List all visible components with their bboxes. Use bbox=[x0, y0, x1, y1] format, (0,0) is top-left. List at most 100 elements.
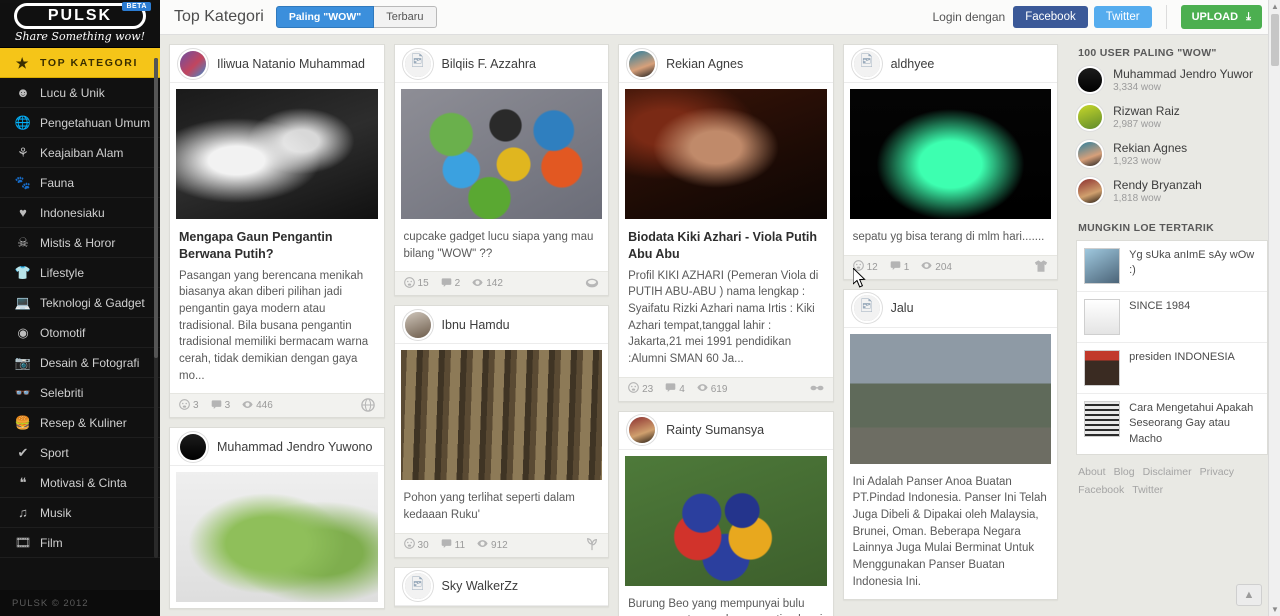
top-user-item[interactable]: Rendy Bryanzah 1,818 wow bbox=[1076, 177, 1268, 205]
top-user-item[interactable]: Muhammad Jendro Yuwono 3,334 wow bbox=[1076, 66, 1268, 94]
post-card[interactable]: Iliwua Natanio Muhammad Mengapa Gaun Peng… bbox=[169, 44, 385, 419]
sidebar-scrollbar[interactable] bbox=[154, 58, 158, 558]
suggestion-title[interactable]: presiden INDONESIA bbox=[1129, 350, 1235, 365]
globe-icon[interactable] bbox=[360, 398, 375, 414]
post-author[interactable]: Muhammad Jendro Yuwono bbox=[217, 440, 372, 454]
avatar[interactable] bbox=[1076, 140, 1105, 168]
wow-count[interactable]: 3 bbox=[179, 399, 199, 413]
sidebar-item-lucu-unik[interactable]: ☻ Lucu & Unik bbox=[0, 78, 160, 108]
sidebar-item-selebriti[interactable]: 👓 Selebriti bbox=[0, 378, 160, 408]
page-scrollbar[interactable]: ▲ ▼ bbox=[1268, 0, 1280, 616]
post-image[interactable] bbox=[400, 350, 603, 481]
sidebar-item-mistis-horor[interactable]: ☠ Mistis & Horor bbox=[0, 228, 160, 258]
sunglasses-icon[interactable] bbox=[810, 381, 824, 397]
post-image[interactable] bbox=[176, 89, 378, 219]
avatar[interactable]: 🖻 bbox=[402, 48, 433, 79]
avatar[interactable] bbox=[1076, 66, 1105, 94]
avatar[interactable]: 🖻 bbox=[402, 571, 433, 602]
avatar[interactable] bbox=[1076, 103, 1105, 131]
sidebar-item-sport[interactable]: ✔ Sport bbox=[0, 438, 160, 468]
post-card[interactable]: 🖻 aldhyee sepatu yg bisa terang di mlm har… bbox=[842, 44, 1059, 280]
sidebar-item-pengetahuan-umum[interactable]: 🌐 Pengetahuan Umum bbox=[0, 108, 160, 138]
avatar[interactable] bbox=[178, 48, 208, 79]
scroll-down-icon[interactable]: ▼ bbox=[1269, 603, 1280, 616]
post-card[interactable]: Ibnu Hamdu Pohon yang terlihat seperti da… bbox=[393, 305, 610, 558]
post-author[interactable]: Iliwua Natanio Muhammad bbox=[217, 57, 365, 71]
footer-link[interactable]: Disclaimer bbox=[1143, 466, 1192, 478]
tshirt-icon[interactable] bbox=[1034, 259, 1048, 275]
post-image[interactable] bbox=[625, 455, 827, 586]
upload-button[interactable]: UPLOAD ⤓ bbox=[1180, 5, 1262, 29]
post-author[interactable]: Sky WalkerZz bbox=[442, 579, 519, 593]
post-card[interactable]: 🖻 Bilqiis F. Azzahra cupcake gadget lucu s… bbox=[393, 44, 610, 297]
sidebar-item-motivasi-cinta[interactable]: ❝ Motivasi & Cinta bbox=[0, 468, 160, 498]
suggestion-title[interactable]: SINCE 1984 bbox=[1129, 299, 1190, 314]
post-author[interactable]: Ibnu Hamdu bbox=[442, 318, 510, 332]
scroll-to-top-button[interactable]: ▲ bbox=[1236, 584, 1262, 606]
footer-link[interactable]: Privacy bbox=[1200, 466, 1234, 478]
post-image[interactable] bbox=[849, 333, 1052, 464]
comment-count[interactable]: 3 bbox=[211, 399, 230, 413]
comment-count[interactable]: 2 bbox=[441, 277, 460, 291]
sidebar-item-musik[interactable]: ♫ Musik bbox=[0, 498, 160, 528]
suggestion-title[interactable]: Cara Mengetahui Apakah Seseorang Gay ata… bbox=[1129, 401, 1260, 447]
post-image[interactable] bbox=[176, 472, 378, 603]
suggestion-item[interactable]: presiden INDONESIA bbox=[1077, 343, 1268, 394]
suggestion-item[interactable]: Yg sUka anImE sAy wOw :) bbox=[1077, 241, 1268, 292]
brand-logo[interactable]: PULSK BETA Share Something wow! bbox=[0, 2, 160, 47]
comment-count[interactable]: 11 bbox=[441, 538, 465, 552]
suggestion-title[interactable]: Yg sUka anImE sAy wOw :) bbox=[1129, 248, 1260, 279]
scroll-up-icon[interactable]: ▲ bbox=[1269, 0, 1280, 13]
post-author[interactable]: aldhyee bbox=[891, 57, 935, 71]
sidebar-item-lifestyle[interactable]: 👕 Lifestyle bbox=[0, 258, 160, 288]
smiley-icon[interactable] bbox=[585, 276, 599, 292]
plant-icon[interactable] bbox=[585, 537, 599, 553]
post-card[interactable]: 🖻 Sky WalkerZz bbox=[393, 566, 610, 607]
sidebar-item-otomotif[interactable]: ◉ Otomotif bbox=[0, 318, 160, 348]
wow-count[interactable]: 15 bbox=[403, 276, 429, 291]
footer-social-link[interactable]: Facebook bbox=[1078, 484, 1124, 496]
avatar[interactable] bbox=[627, 415, 658, 446]
avatar[interactable] bbox=[627, 48, 658, 79]
post-image[interactable] bbox=[849, 89, 1052, 219]
cards-board[interactable]: Iliwua Natanio Muhammad Mengapa Gaun Peng… bbox=[160, 35, 1268, 616]
tab-paling-wow[interactable]: Paling "WOW" bbox=[275, 6, 375, 28]
post-card[interactable]: Rainty Sumansya Burung Beo yang mempunyai… bbox=[618, 410, 834, 616]
footer-link[interactable]: Blog bbox=[1114, 466, 1135, 478]
avatar[interactable] bbox=[1076, 177, 1105, 205]
suggestion-item[interactable]: SINCE 1984 bbox=[1077, 292, 1268, 343]
avatar[interactable] bbox=[402, 309, 433, 340]
sidebar-item-film[interactable]: 🎞 Film bbox=[0, 528, 160, 558]
post-author[interactable]: Rekian Agnes bbox=[666, 57, 743, 71]
post-image[interactable] bbox=[625, 89, 827, 219]
scrollbar-thumb[interactable] bbox=[1271, 14, 1279, 66]
comment-count[interactable]: 1 bbox=[890, 260, 909, 274]
footer-social-link[interactable]: Twitter bbox=[1132, 484, 1163, 496]
sidebar-item-resep-kuliner[interactable]: 🍔 Resep & Kuliner bbox=[0, 408, 160, 438]
comment-count[interactable]: 4 bbox=[665, 382, 685, 396]
post-author[interactable]: Bilqiis F. Azzahra bbox=[442, 57, 536, 71]
post-card[interactable]: Rekian Agnes Biodata Kiki Azhari - Viola … bbox=[618, 44, 834, 402]
post-title[interactable]: Mengapa Gaun Pengantin Berwana Putih? bbox=[179, 229, 375, 263]
top-user-item[interactable]: Rekian Agnes 1,923 wow bbox=[1076, 140, 1268, 168]
avatar[interactable]: 🖻 bbox=[851, 293, 882, 324]
top-user-item[interactable]: Rizwan Raiz 2,987 wow bbox=[1076, 103, 1268, 131]
tab-terbaru[interactable]: Terbaru bbox=[374, 6, 437, 28]
footer-link[interactable]: About bbox=[1078, 466, 1105, 478]
post-author[interactable]: Rainty Sumansya bbox=[666, 423, 764, 437]
sidebar-item-keajaiban-alam[interactable]: ⚘ Keajaiban Alam bbox=[0, 138, 160, 168]
sidebar-item-teknologi-gadget[interactable]: 💻 Teknologi & Gadget bbox=[0, 288, 160, 318]
sidebar-item-indonesiaku[interactable]: ♥ Indonesiaku bbox=[0, 198, 160, 228]
post-card[interactable]: Muhammad Jendro Yuwono bbox=[169, 427, 385, 610]
wow-count[interactable]: 12 bbox=[852, 260, 878, 274]
post-image[interactable] bbox=[400, 89, 603, 219]
twitter-login-button[interactable]: Twitter bbox=[1093, 6, 1152, 28]
suggestion-item[interactable]: Cara Mengetahui Apakah Seseorang Gay ata… bbox=[1077, 394, 1267, 454]
post-title[interactable]: Biodata Kiki Azhari - Viola Putih Abu Ab… bbox=[628, 229, 824, 263]
post-card[interactable]: 🖻 Jalu Ini Adalah Panser Anoa Buatan PT.Pi… bbox=[842, 288, 1059, 601]
wow-count[interactable]: 30 bbox=[403, 538, 429, 552]
avatar[interactable]: 🖻 bbox=[851, 48, 882, 79]
avatar[interactable] bbox=[178, 431, 208, 462]
sidebar-item-fauna[interactable]: 🐾 Fauna bbox=[0, 168, 160, 198]
sidebar-item-desain-fotografi[interactable]: 📷 Desain & Fotografi bbox=[0, 348, 160, 378]
